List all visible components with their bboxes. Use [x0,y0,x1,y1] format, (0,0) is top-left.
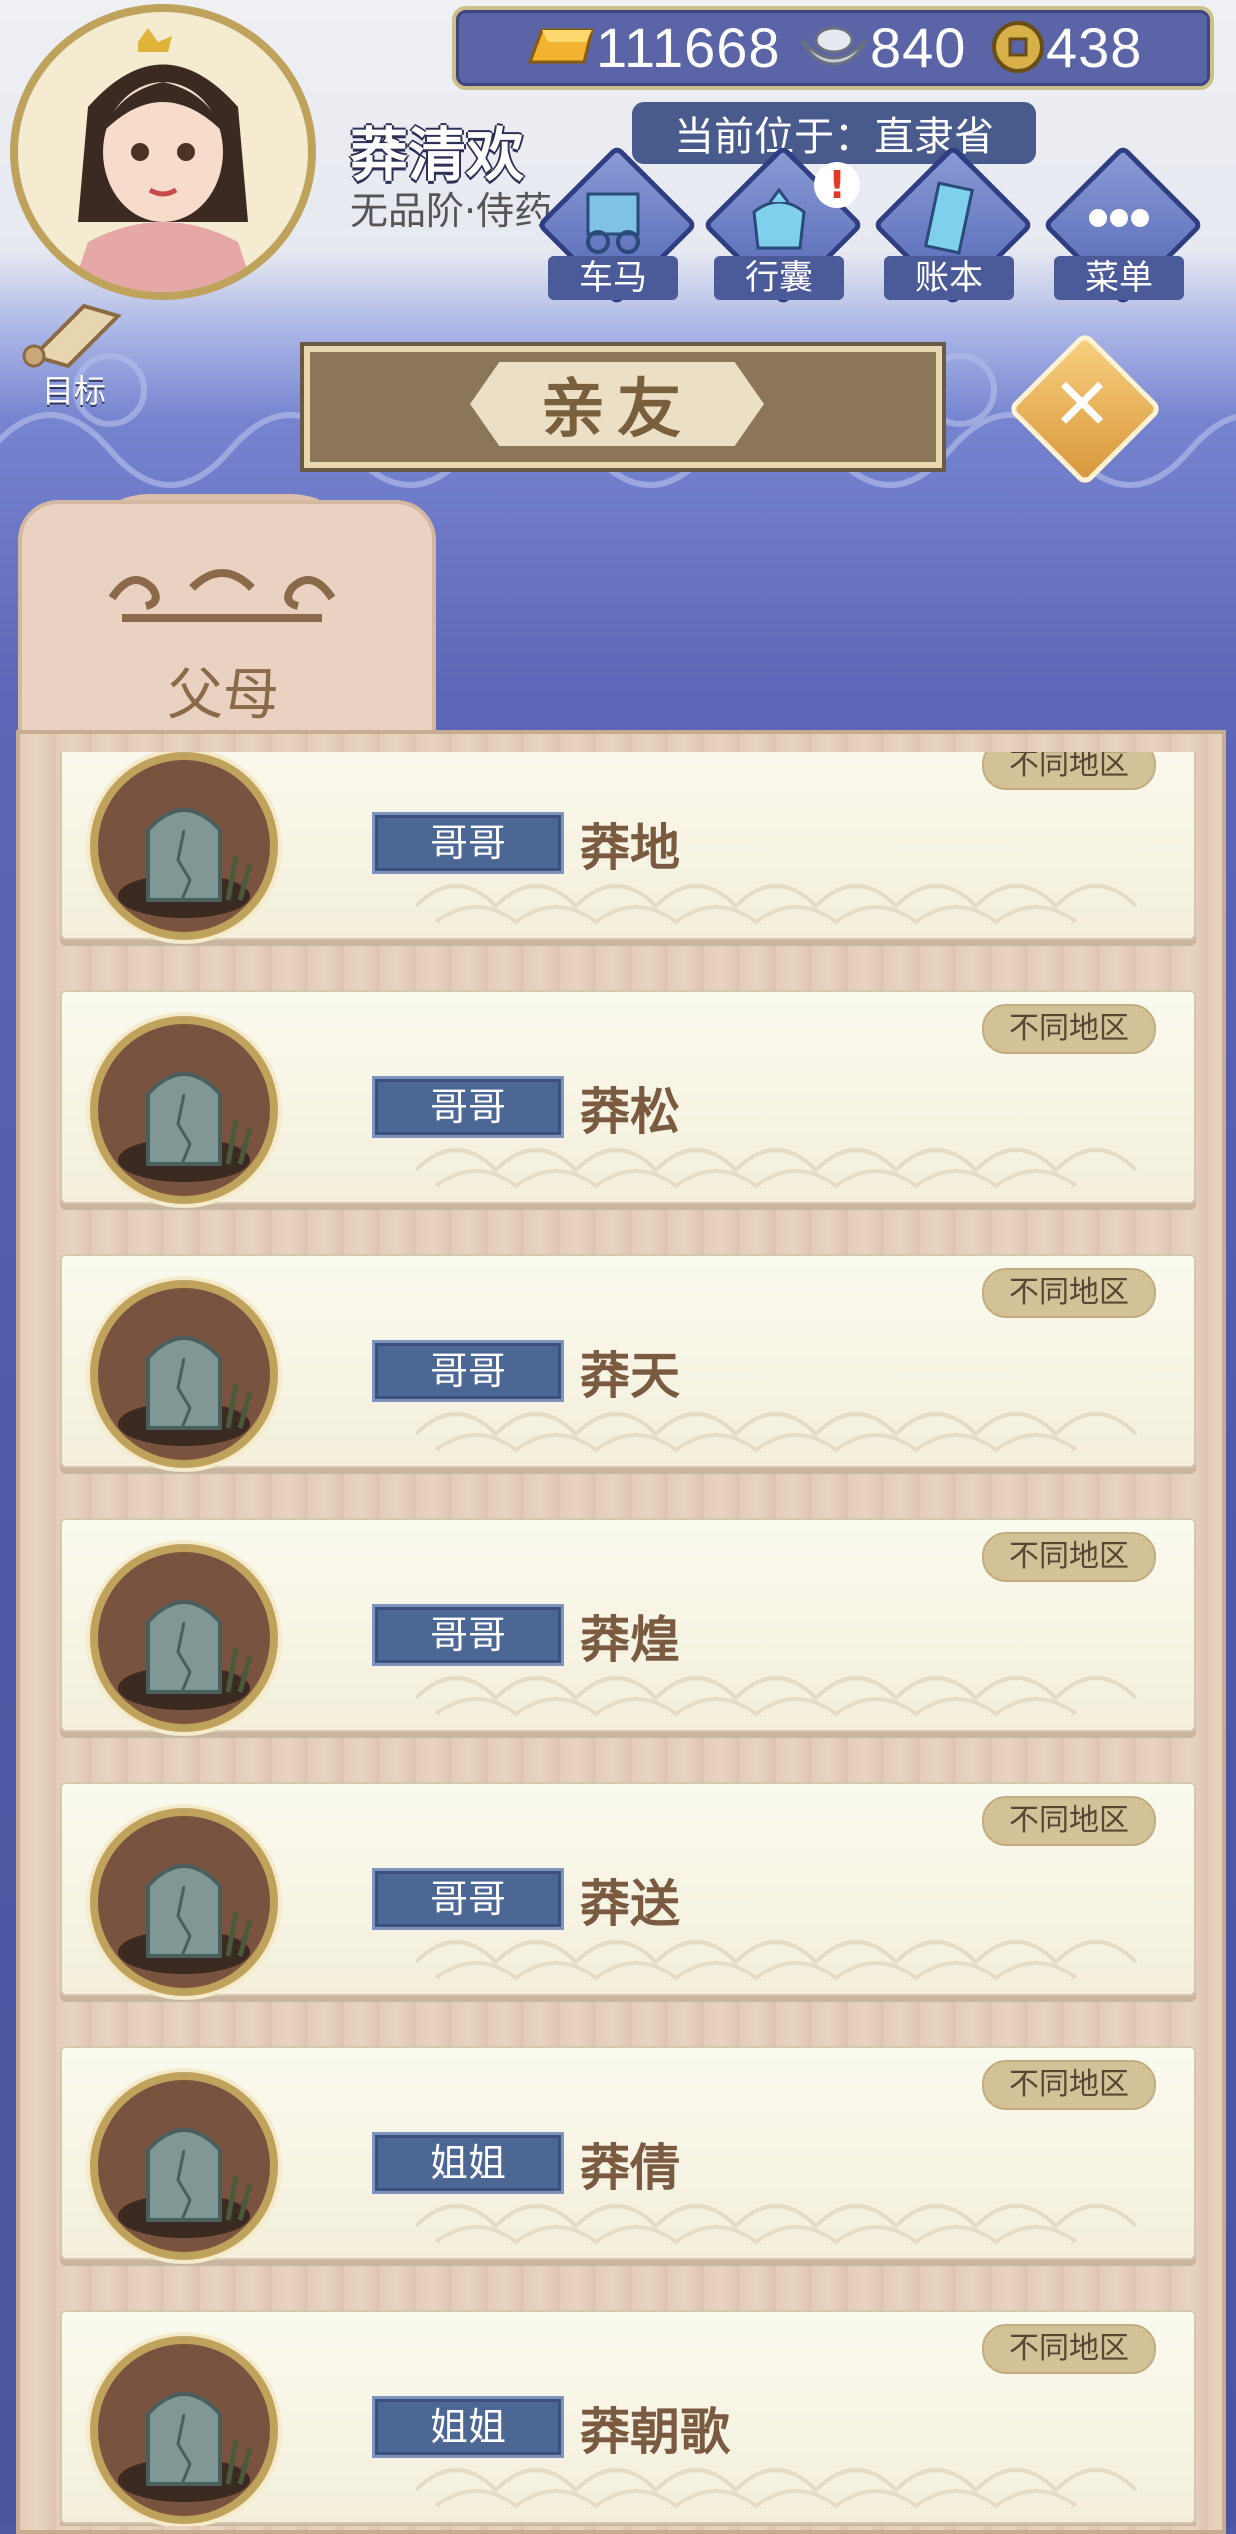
gold-value: 111668 [596,15,781,79]
tombstone-icon [118,2392,253,2502]
gold-ingot-icon [527,28,594,64]
silver-ingot-icon [800,26,868,66]
copper-currency: 438 [990,14,1142,80]
cloud-ornament-icon [108,569,336,622]
carriage-icon [586,192,640,254]
tombstone-icon [118,2128,253,2238]
region-tag: 不同地区 [982,1004,1156,1054]
nav-carriage-label: 车马 [548,256,678,300]
player-portrait [18,12,308,292]
tombstone-avatar [90,2072,278,2260]
region-tag: 不同地区 [982,2060,1156,2110]
member-name: 莽朝歌 [580,2403,730,2461]
relation-badge: 哥哥 [372,1076,564,1138]
region-tag: 不同地区 [982,1268,1156,1318]
currency-bar: 111668 840 438 [452,6,1214,90]
tombstone-icon [118,1864,253,1974]
tombstone-avatar [90,1016,278,1204]
member-name: 莽倩 [580,2139,680,2197]
tombstone-icon [118,808,253,918]
family-list[interactable]: 哥哥 莽地 不同地区 哥哥 莽松 不同地区 哥哥 莽天 不同地区 哥哥 莽煌 不同地区 哥哥 莽送 不同地区… [16,752,1218,2526]
tombstone-avatar [90,1808,278,1996]
region-tag: 不同地区 [982,752,1156,790]
relation-badge: 哥哥 [372,1604,564,1666]
nav-luggage-button[interactable]: ! 行囊 [702,144,864,306]
gold-currency: 111668 [522,14,781,80]
nav-carriage-button[interactable]: 车马 [536,144,698,306]
member-name: 莽送 [580,1875,680,1933]
alert-icon: ! [814,162,860,208]
silver-value: 840 [870,15,967,79]
member-name: 莽天 [580,1347,680,1405]
relation-badge: 姐姐 [372,2132,564,2194]
relation-badge: 哥哥 [372,1868,564,1930]
region-tag: 不同地区 [982,1796,1156,1846]
tombstone-avatar [90,752,278,940]
region-tag: 不同地区 [982,2324,1156,2374]
nav-menu-button[interactable]: 菜单 [1042,144,1204,306]
book-icon [923,181,975,255]
copper-coin-icon [992,21,1044,73]
relation-badge: 姐姐 [372,2396,564,2458]
player-avatar[interactable] [10,4,316,300]
more-icon [1089,209,1149,227]
tombstone-avatar [90,1280,278,1468]
tab-parents-label: 父母 [167,663,279,728]
region-tag: 不同地区 [982,1532,1156,1582]
nav-luggage-label: 行囊 [714,256,844,300]
goal-label: 目标 [41,372,106,410]
panel-title-banner: 亲友 [304,346,942,468]
relation-badge: 哥哥 [372,1340,564,1402]
member-name: 莽松 [580,1083,680,1141]
panel-title: 亲友 [541,373,693,447]
tombstone-icon [118,1336,253,1446]
tombstone-avatar [90,1544,278,1732]
family-member-card[interactable]: 哥哥 莽地 不同地区 [60,752,1196,940]
player-rank: 无品阶·侍药 [350,189,553,233]
family-member-card[interactable]: 姐姐 莽倩 不同地区 [60,2046,1196,2260]
family-member-card[interactable]: 哥哥 莽送 不同地区 [60,1782,1196,1996]
silver-currency: 840 [798,14,966,80]
member-name: 莽煌 [580,1611,680,1669]
bundle-icon [752,187,806,250]
family-member-card[interactable]: 哥哥 莽天 不同地区 [60,1254,1196,1468]
goal-button[interactable]: 目标 [14,296,134,410]
nav-ledger-label: 账本 [884,256,1014,300]
relation-badge: 哥哥 [372,812,564,874]
scroll-icon [22,303,122,369]
copper-value: 438 [1046,15,1143,79]
tombstone-icon [118,1072,253,1182]
tombstone-avatar [90,2336,278,2524]
tombstone-icon [118,1600,253,1710]
close-icon: ✕ [1051,362,1113,446]
nav-menu-label: 菜单 [1054,256,1184,300]
family-member-card[interactable]: 姐姐 莽朝歌 不同地区 [60,2310,1196,2524]
nav-ledger-button[interactable]: 账本 [872,144,1034,306]
family-member-card[interactable]: 哥哥 莽煌 不同地区 [60,1518,1196,1732]
member-name: 莽地 [580,819,680,877]
location-badge: 当前位于：直隶省 [632,102,1036,164]
family-member-card[interactable]: 哥哥 莽松 不同地区 [60,990,1196,1204]
